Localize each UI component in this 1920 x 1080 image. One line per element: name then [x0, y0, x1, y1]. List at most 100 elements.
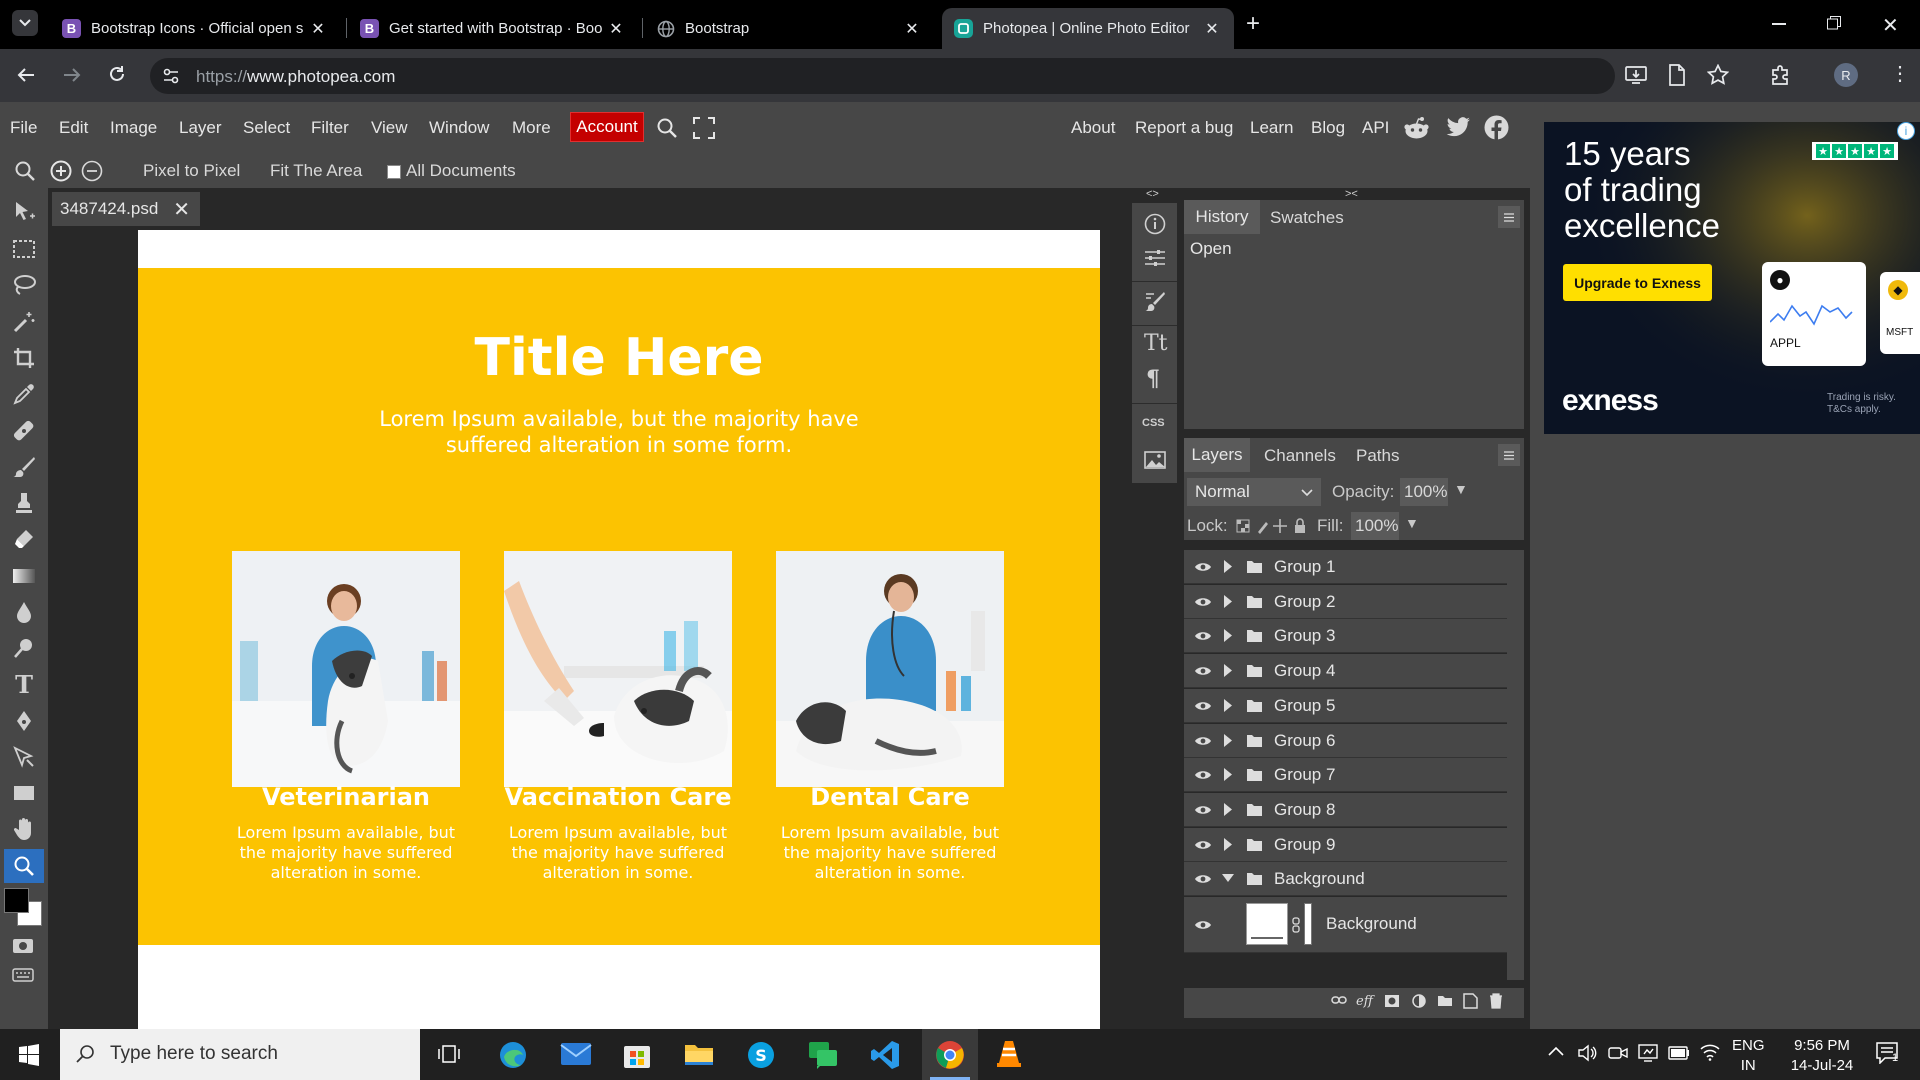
menu-window[interactable]: Window [429, 118, 489, 138]
delete-layer-icon[interactable] [1489, 993, 1503, 1009]
skype-icon[interactable]: S [747, 1041, 775, 1069]
battery-icon[interactable] [1668, 1046, 1690, 1060]
adjustment-layer-icon[interactable] [1412, 994, 1426, 1008]
twitter-icon[interactable] [1446, 117, 1471, 138]
layer-row[interactable]: Group 4 [1184, 654, 1507, 689]
expand-triangle-icon[interactable] [1224, 664, 1233, 678]
expand-triangle-icon[interactable] [1224, 802, 1233, 816]
close-tab-icon[interactable]: ✕ [902, 19, 922, 39]
meet-now-icon[interactable] [1608, 1044, 1628, 1062]
fill-input[interactable]: 100% [1351, 512, 1399, 540]
collapse-panels-icon[interactable]: >< [1345, 188, 1358, 200]
task-view-icon[interactable] [438, 1043, 460, 1065]
zoom-in-icon[interactable] [50, 160, 72, 182]
brush-tool-icon[interactable] [10, 453, 38, 481]
close-document-icon[interactable]: ✕ [173, 197, 190, 222]
mask-link-icon[interactable] [1292, 917, 1300, 933]
info-icon[interactable] [1144, 213, 1166, 235]
search-icon[interactable] [656, 117, 678, 139]
rectangle-tool-icon[interactable] [10, 779, 38, 807]
eraser-tool-icon[interactable] [10, 525, 38, 553]
history-scrollbar[interactable] [1512, 234, 1524, 429]
path-select-tool-icon[interactable] [10, 743, 38, 771]
eye-icon[interactable] [1194, 804, 1212, 816]
browser-tab[interactable]: B Get started with Bootstrap · Boo ✕ [348, 8, 638, 49]
fill-dropdown-icon[interactable]: ▼ [1405, 515, 1419, 531]
healing-brush-tool-icon[interactable] [10, 417, 38, 445]
crop-tool-icon[interactable] [10, 344, 38, 372]
menu-more[interactable]: More [512, 118, 551, 138]
eye-icon[interactable] [1194, 735, 1212, 747]
dodge-tool-icon[interactable] [10, 634, 38, 662]
browser-tab-active[interactable]: Photopea | Online Photo Editor ✕ [942, 8, 1234, 49]
new-tab-button[interactable]: + [1246, 12, 1260, 36]
minimize-icon[interactable] [1772, 23, 1786, 25]
close-tab-icon[interactable]: ✕ [308, 19, 328, 39]
pixel-to-pixel-button[interactable]: Pixel to Pixel [143, 161, 240, 181]
tab-paths[interactable]: Paths [1356, 446, 1399, 466]
layer-row[interactable]: Group 9 [1184, 827, 1507, 862]
layer-effects-icon[interactable]: eff [1356, 994, 1373, 1009]
fullscreen-icon[interactable] [693, 117, 715, 139]
notifications-icon[interactable]: 1 [1876, 1042, 1898, 1064]
magic-wand-tool-icon[interactable] [10, 308, 38, 336]
eye-icon[interactable] [1194, 700, 1212, 712]
brush-settings-icon[interactable] [1144, 291, 1166, 313]
clone-stamp-tool-icon[interactable] [10, 489, 38, 517]
forward-icon[interactable] [62, 65, 82, 85]
tab-channels[interactable]: Channels [1264, 446, 1336, 466]
language-indicator[interactable]: ENG IN [1732, 1036, 1765, 1076]
menu-layer[interactable]: Layer [179, 118, 222, 138]
restore-icon[interactable] [1827, 16, 1841, 30]
adchoices-icon[interactable]: i [1897, 122, 1915, 140]
blend-mode-select[interactable]: Normal [1187, 478, 1321, 506]
foreground-color-swatch-top[interactable] [4, 888, 29, 913]
profile-avatar[interactable]: R [1834, 63, 1858, 87]
vlc-icon[interactable] [994, 1039, 1024, 1069]
link-learn[interactable]: Learn [1250, 118, 1293, 138]
menu-edit[interactable]: Edit [59, 118, 88, 138]
collapse-arrows-icon[interactable]: <> [1146, 188, 1159, 200]
layer-row[interactable]: Group 3 [1184, 619, 1507, 654]
fit-area-button[interactable]: Fit The Area [270, 161, 362, 181]
wifi-icon[interactable] [1700, 1043, 1720, 1061]
link-api[interactable]: API [1362, 118, 1389, 138]
layer-mask-icon[interactable] [1384, 994, 1400, 1008]
new-group-icon[interactable] [1437, 995, 1453, 1007]
install-app-icon[interactable] [1625, 65, 1647, 85]
layer-row[interactable]: Group 7 [1184, 758, 1507, 793]
type-tool-icon[interactable]: T [10, 670, 38, 699]
collapse-triangle-icon[interactable] [1222, 874, 1234, 883]
eye-icon[interactable] [1194, 665, 1212, 677]
document-tab[interactable]: 3487424.psd ✕ [52, 192, 200, 226]
eye-icon[interactable] [1194, 769, 1212, 781]
layer-row[interactable]: Group 2 [1184, 584, 1507, 619]
eye-icon[interactable] [1194, 839, 1212, 851]
tab-swatches[interactable]: Swatches [1270, 208, 1344, 228]
tab-layers[interactable]: Layers [1184, 438, 1250, 472]
paragraph-icon[interactable]: ¶ [1146, 366, 1160, 392]
menu-select[interactable]: Select [243, 118, 290, 138]
microsoft-store-icon[interactable] [623, 1041, 651, 1069]
reload-icon[interactable] [107, 64, 127, 84]
link-report-bug[interactable]: Report a bug [1135, 118, 1233, 138]
link-blog[interactable]: Blog [1311, 118, 1345, 138]
opacity-dropdown-icon[interactable]: ▼ [1454, 481, 1468, 497]
zoom-tool-active[interactable] [4, 849, 44, 883]
site-info-icon[interactable] [162, 67, 180, 85]
menu-image[interactable]: Image [110, 118, 157, 138]
file-explorer-icon[interactable] [684, 1042, 714, 1066]
expand-triangle-icon[interactable] [1224, 733, 1233, 747]
advertisement[interactable]: 15 years of trading excellence ★ ★ ★ ★ ★… [1544, 122, 1920, 434]
vscode-icon[interactable] [870, 1040, 900, 1070]
edge-icon[interactable] [498, 1040, 528, 1070]
hand-tool-icon[interactable] [10, 815, 38, 843]
eye-icon[interactable] [1194, 873, 1212, 885]
blur-tool-icon[interactable] [10, 598, 38, 626]
character-icon[interactable]: Tt [1144, 331, 1168, 356]
ad-cta-button[interactable]: Upgrade to Exness [1563, 264, 1712, 301]
lasso-tool-icon[interactable] [10, 271, 38, 299]
opacity-input[interactable]: 100% [1400, 478, 1448, 506]
expand-triangle-icon[interactable] [1224, 594, 1233, 608]
eye-icon[interactable] [1194, 919, 1212, 931]
